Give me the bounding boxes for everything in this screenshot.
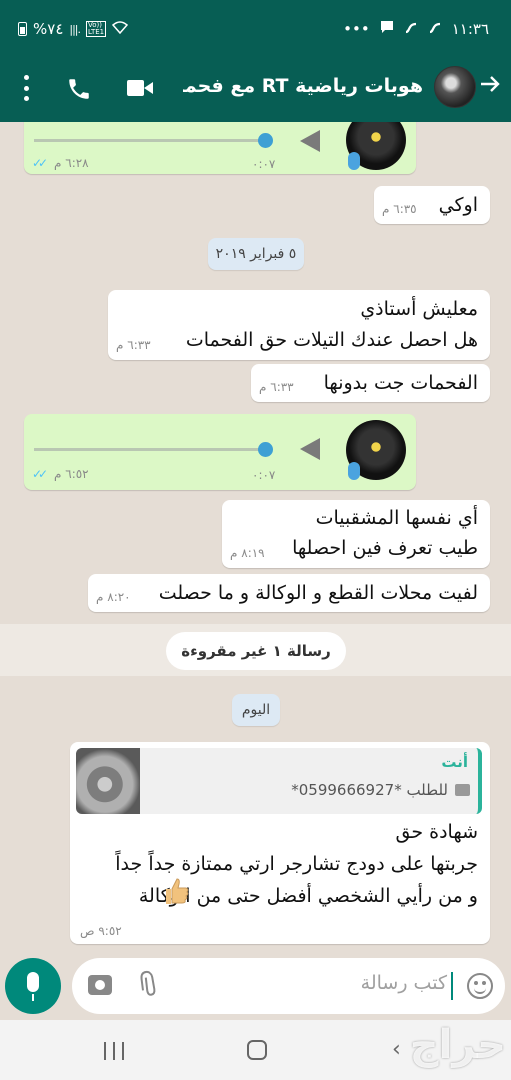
- back-arrow-icon[interactable]: [479, 73, 501, 100]
- notification-dots: •••: [343, 20, 370, 38]
- message-time: ٦:٣٣ م: [259, 380, 294, 394]
- incoming-message[interactable]: معليش أستاذي هل احصل عندك التيلات حق الف…: [108, 290, 490, 360]
- audio-seek-knob[interactable]: [258, 133, 273, 148]
- message-time: ٦:٥٢ م: [54, 467, 89, 481]
- play-icon[interactable]: [300, 438, 320, 460]
- read-ticks-icon: ✓✓: [32, 156, 48, 170]
- emoji-icon[interactable]: [467, 973, 493, 999]
- thumbs-up-emoji-icon: [162, 876, 190, 906]
- message-text: اوكي: [438, 194, 478, 216]
- text-cursor: [451, 972, 453, 1000]
- chat-title[interactable]: هوبات رياضية RT مع فحمات...: [183, 75, 423, 97]
- audio-progress-track[interactable]: [34, 448, 266, 451]
- read-ticks-icon: ✓✓: [32, 467, 48, 481]
- voice-duration: ٠:٠٧: [252, 468, 276, 482]
- app-notification-icon-1: [404, 20, 418, 38]
- quoted-sender: أنت: [441, 753, 468, 771]
- voice-record-button[interactable]: [5, 958, 61, 1014]
- message-time: ٦:٣٣ م: [116, 338, 151, 352]
- chat-header: هوبات رياضية RT مع فحمات...: [0, 52, 511, 122]
- play-icon[interactable]: [300, 130, 320, 152]
- clock: ١١:٣٦: [451, 20, 489, 38]
- recent-apps-icon[interactable]: [104, 1042, 124, 1060]
- camera-icon[interactable]: [88, 975, 112, 995]
- voice-message[interactable]: ٠:٠٧ ٦:٥٢ م ✓✓: [24, 414, 416, 490]
- unread-count: رسالة ١ غير مقروءة: [166, 632, 346, 670]
- incoming-message[interactable]: لفيت محلات القطع و الوكالة و ما حصلت ٨:٢…: [88, 574, 490, 612]
- attachment-icon[interactable]: [130, 967, 169, 1006]
- more-options-icon[interactable]: [22, 75, 30, 101]
- app-notification-icon-2: [428, 20, 442, 38]
- camera-icon: [455, 784, 470, 796]
- message-input-bar: كتب رسالة: [0, 958, 511, 1020]
- message-input-field[interactable]: كتب رسالة: [72, 958, 505, 1014]
- incoming-message[interactable]: الفحمات جت بدونها ٦:٣٣ م: [251, 364, 490, 402]
- date-divider: اليوم: [232, 694, 280, 726]
- date-divider: ٥ فبراير ٢٠١٩: [208, 238, 304, 270]
- message-time: ٦:٢٨ م: [54, 156, 89, 170]
- microphone-icon: [27, 972, 39, 992]
- phone-icon[interactable]: [66, 76, 92, 102]
- audio-progress-track[interactable]: [34, 139, 266, 142]
- voice-duration: ٠:٠٧: [252, 157, 276, 171]
- audio-seek-knob[interactable]: [258, 442, 273, 457]
- message-time: ٨:١٩ م: [230, 546, 265, 560]
- status-right: ••• ١١:٣٦: [343, 20, 489, 38]
- message-text: لفيت محلات القطع و الوكالة و ما حصلت: [158, 582, 478, 604]
- quoted-text: للطلب *0599666927*: [291, 781, 448, 799]
- message-time: ٩:٥٢ ص: [80, 924, 122, 938]
- message-text: الفحمات جت بدونها: [323, 372, 478, 394]
- home-icon[interactable]: [247, 1040, 267, 1060]
- message-text-line-1: أي نفسها المشقبيات: [315, 507, 478, 529]
- video-call-icon[interactable]: [127, 80, 153, 96]
- message-notification-icon: [380, 20, 394, 38]
- status-left: %٧٤ |||. Vo)) LTE1: [18, 20, 129, 38]
- microphone-icon: [348, 462, 360, 480]
- voice-message[interactable]: ٠:٠٧ ٦:٢٨ م ✓✓: [24, 122, 416, 174]
- battery-icon: [18, 22, 27, 36]
- microphone-icon: [348, 152, 360, 170]
- quoted-message[interactable]: أنت للطلب *0599666927*: [76, 748, 482, 814]
- message-text-line-1: معليش أستاذي: [360, 298, 478, 320]
- message-time: ٨:٢٠ م: [96, 590, 131, 604]
- message-text-line-1: شهادة حق: [395, 821, 478, 843]
- message-placeholder: كتب رسالة: [360, 972, 447, 994]
- incoming-message[interactable]: أي نفسها المشقبيات طيب تعرف فين احصلها ٨…: [222, 500, 490, 568]
- contact-avatar[interactable]: [434, 66, 476, 108]
- battery-percent: %٧٤: [33, 20, 64, 38]
- watermark-logo: حراج: [409, 1022, 506, 1068]
- chat-area[interactable]: ٠:٠٧ ٦:٢٨ م ✓✓ اوكي ٦:٣٥ م ٥ فبراير ٢٠١٩…: [0, 122, 511, 958]
- incoming-message[interactable]: اوكي ٦:٣٥ م: [374, 186, 490, 224]
- message-text-line-2: طيب تعرف فين احصلها: [292, 537, 478, 559]
- status-bar: %٧٤ |||. Vo)) LTE1 ••• ١١:٣٦: [0, 0, 511, 52]
- signal-icon: |||.: [69, 22, 81, 36]
- unread-divider: رسالة ١ غير مقروءة: [0, 624, 511, 676]
- quoted-image-thumbnail[interactable]: [76, 748, 140, 814]
- message-time: ٦:٣٥ م: [382, 202, 417, 216]
- volte-indicator: Vo)) LTE1: [86, 21, 107, 37]
- incoming-reply-message[interactable]: أنت للطلب *0599666927* شهادة حق جربتها ع…: [70, 742, 490, 944]
- wifi-icon: [112, 20, 129, 38]
- message-text-line-2: هل احصل عندك التيلات حق الفحمات: [185, 329, 478, 351]
